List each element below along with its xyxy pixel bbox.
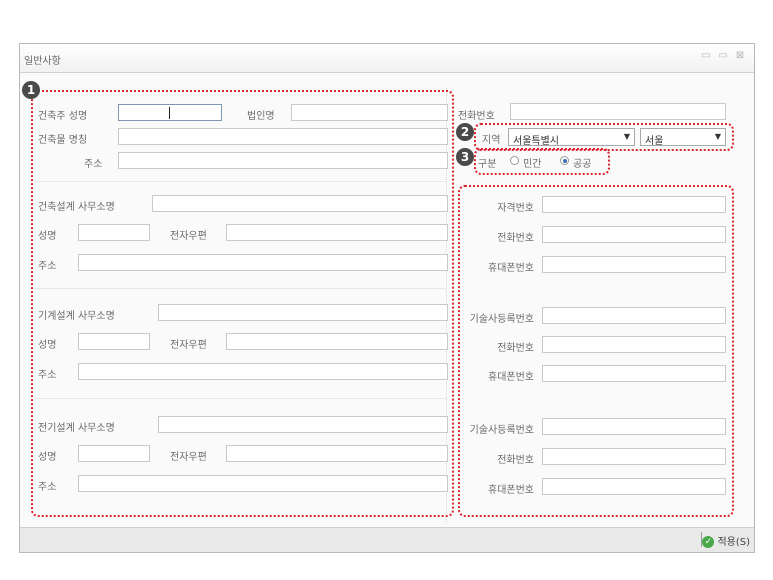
callout-box-2 [474,123,734,151]
callout-badge-2: 2 [456,123,474,141]
callout-box-1 [31,90,454,517]
close-icon[interactable]: ⊠ [734,50,746,61]
window-title: 일반사항 [24,56,61,67]
maximize-icon[interactable]: ▭ [717,50,729,61]
title-bar: 일반사항 ▭ ▭ ⊠ [20,44,754,73]
callout-box-3 [474,148,610,175]
apply-label: 적용(S) [717,537,750,548]
apply-button[interactable]: ✓ 적용(S) [702,533,750,548]
callout-box-4 [458,185,734,517]
status-bar: ✓ 적용(S) [20,527,754,552]
callout-badge-3: 3 [456,148,474,166]
minimize-icon[interactable]: ▭ [700,50,712,61]
check-circle-icon: ✓ [702,536,715,548]
callout-badge-1: 1 [22,81,40,99]
phone-input[interactable] [510,103,726,120]
phone-label: 전화번호 [458,111,495,122]
